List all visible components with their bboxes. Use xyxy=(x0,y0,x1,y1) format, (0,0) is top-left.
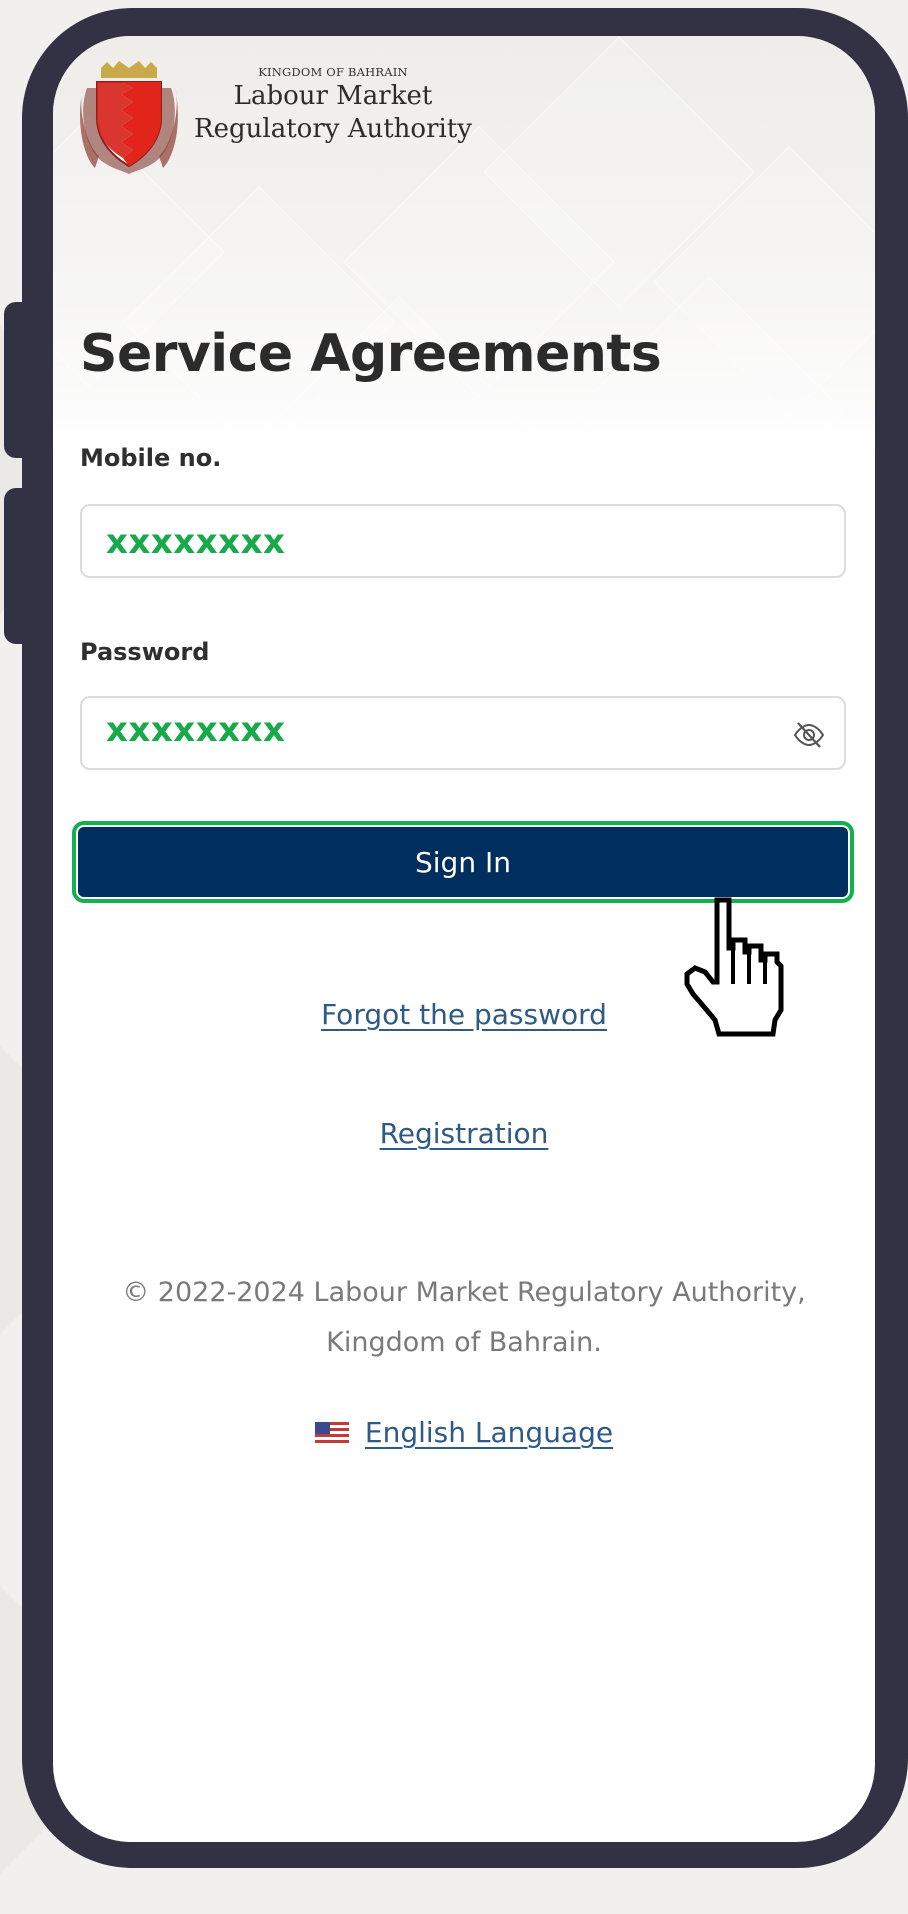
mobile-input[interactable]: xxxxxxxx xyxy=(80,504,846,578)
password-label: Password xyxy=(80,638,210,666)
password-input-value: xxxxxxxx xyxy=(106,710,286,750)
bahrain-emblem-icon xyxy=(80,61,178,174)
page-title: Service Agreements xyxy=(80,324,662,384)
lmra-logo: KINGDOM OF BAHRAIN Labour Market Regulat… xyxy=(77,58,497,178)
org-name-line1: Labour Market xyxy=(233,81,433,111)
phone-volume-up-button xyxy=(4,302,28,458)
mobile-input-value: xxxxxxxx xyxy=(106,522,286,562)
mobile-label: Mobile no. xyxy=(80,444,222,472)
copyright-line2: Kingdom of Bahrain. xyxy=(326,1327,602,1358)
org-name-line2: Regulatory Authority xyxy=(194,114,472,144)
copyright-text: © 2022-2024 Labour Market Regulatory Aut… xyxy=(93,1268,835,1368)
password-input[interactable]: xxxxxxxx xyxy=(80,696,846,770)
copyright-line1: © 2022-2024 Labour Market Regulatory Aut… xyxy=(122,1277,806,1308)
english-language-link[interactable]: English Language xyxy=(365,1416,613,1449)
org-kingdom-text: KINGDOM OF BAHRAIN xyxy=(258,65,408,79)
phone-screen: KINGDOM OF BAHRAIN Labour Market Regulat… xyxy=(53,36,875,1842)
registration-link[interactable]: Registration xyxy=(53,1117,875,1150)
language-switcher[interactable]: English Language xyxy=(53,1416,875,1449)
organization-name: KINGDOM OF BAHRAIN Labour Market Regulat… xyxy=(173,64,493,146)
eye-off-icon[interactable] xyxy=(792,720,826,750)
phone-volume-down-button xyxy=(4,488,28,644)
hand-pointer-icon xyxy=(684,897,784,1037)
us-flag-icon xyxy=(314,1421,349,1444)
sign-in-button[interactable]: Sign In xyxy=(78,827,848,897)
